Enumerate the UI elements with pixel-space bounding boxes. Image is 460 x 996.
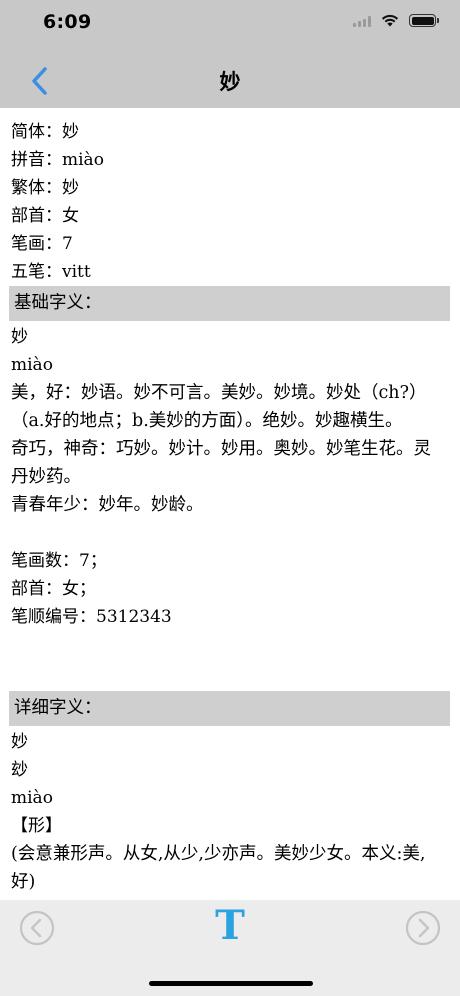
battery-icon [409,14,439,27]
basic-pinyin: miào [11,355,53,375]
stat-radical: 部首：女； [11,579,96,599]
basic-meaning-heading: 基础字义： [9,286,450,321]
info-traditional: 繁体：妙 [11,178,79,198]
stat-stroke-order: 笔顺编号：5312343 [11,607,172,627]
wifi-icon [381,14,399,27]
detail-pinyin: miào [11,788,53,808]
info-pinyin: 拼音：miào [11,150,104,170]
detail-meaning-1: (会意兼形声。从女,从少,少亦声。美妙少女。本义:美,好) [11,844,426,892]
circle-chevron-right-icon [405,910,441,946]
detail-variant-char: 玅 [11,760,28,780]
basic-meaning-1: 美，好：妙语。妙不可言。美妙。妙境。妙处（ch?）（a.好的地点；b.美妙的方面… [11,383,427,431]
signal-icon [353,15,371,27]
info-simplified: 简体：妙 [11,122,79,142]
home-indicator[interactable] [149,981,313,986]
detail-part-of-speech: 【形】 [11,816,62,836]
previous-button[interactable] [19,910,55,946]
detail-meaning-heading: 详细字义： [9,691,450,726]
navigation-header: 6:09 妙 [0,0,460,108]
next-button[interactable] [405,910,441,946]
info-radical: 部首：女 [11,206,79,226]
font-size-button[interactable]: T [208,904,252,948]
basic-meaning-3: 青春年少：妙年。妙龄。 [11,495,204,515]
basic-char: 妙 [11,327,28,347]
detail-char: 妙 [11,732,28,752]
character-detail-content[interactable]: 简体：妙 拼音：miào 繁体：妙 部首：女 笔画：7 五笔：vitt 基础字义… [0,108,460,900]
basic-meaning-2: 奇巧，神奇：巧妙。妙计。妙用。奥妙。妙笔生花。灵丹妙药。 [11,439,431,487]
stat-stroke-count: 笔画数：7； [11,551,107,571]
circle-chevron-left-icon [19,910,55,946]
status-icons [353,14,439,27]
page-title: 妙 [219,70,241,94]
status-time: 6:09 [43,11,92,33]
info-strokes: 笔画：7 [11,234,73,254]
info-wubi: 五笔：vitt [11,262,91,282]
